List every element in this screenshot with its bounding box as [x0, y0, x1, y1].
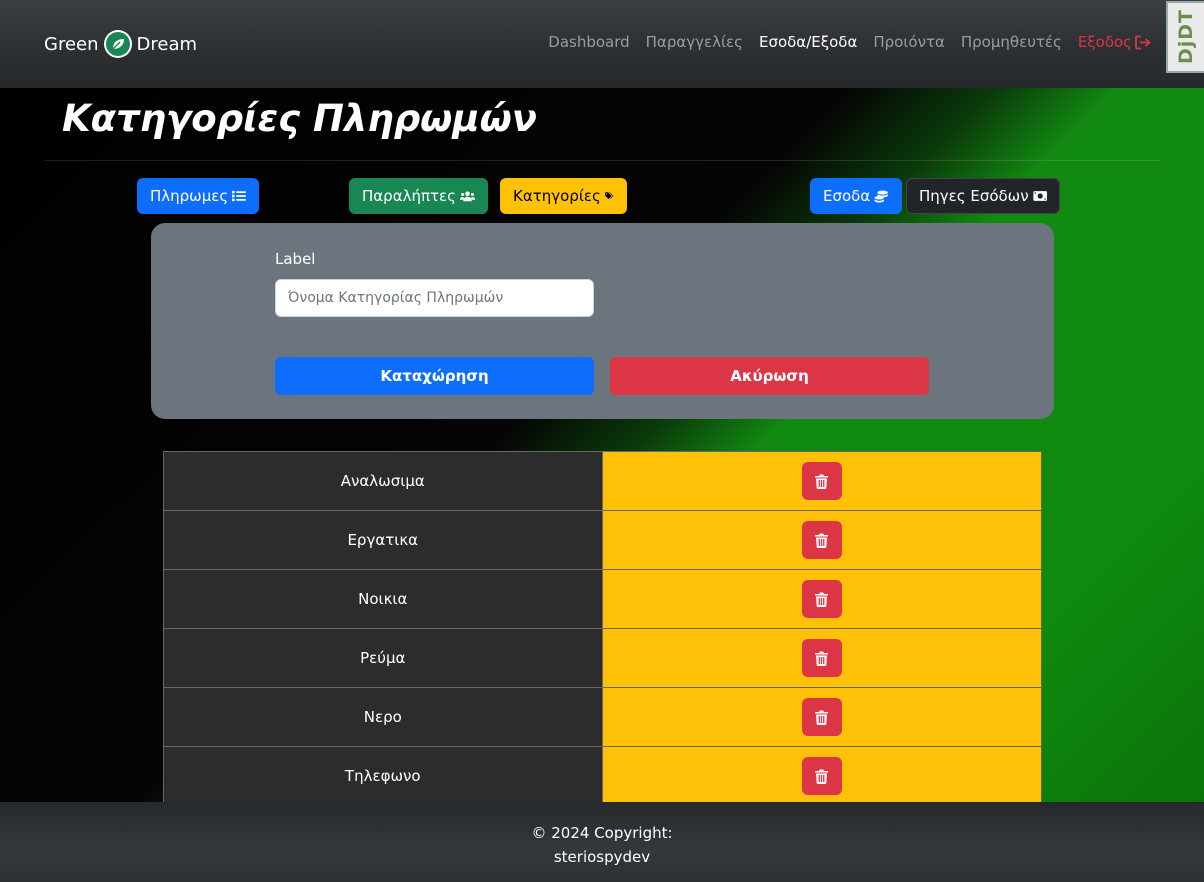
category-name-cell: Εργατικα	[163, 510, 603, 570]
nav-links: Dashboard Παραγγελίες Εσοδα/Εξοδα Προιόν…	[532, 33, 1152, 51]
trash-icon	[815, 710, 829, 725]
payees-button[interactable]: Παραλήπτες	[349, 178, 488, 214]
cancel-button[interactable]: Ακύρωση	[610, 357, 929, 395]
users-icon	[459, 191, 475, 202]
submit-button[interactable]: Καταχώρηση	[275, 357, 594, 395]
categories-button[interactable]: Κατηγορίες	[500, 178, 627, 214]
category-name-input[interactable]	[275, 279, 594, 317]
category-name-cell: Αναλωσιμα	[163, 451, 603, 511]
category-actions-cell	[601, 569, 1043, 629]
label-field-label: Label	[275, 250, 316, 268]
table-row: Νοικια	[163, 569, 1043, 629]
delete-button[interactable]	[801, 580, 842, 618]
category-actions-cell	[601, 628, 1043, 688]
navbar: Green Dream Dashboard Παραγγελίες Εσοδα/…	[0, 0, 1204, 88]
delete-button[interactable]	[801, 639, 842, 677]
brand-text-green: Green	[44, 33, 99, 55]
sign-out-icon	[1135, 35, 1151, 49]
category-name-cell: Νερο	[163, 687, 603, 747]
category-form-card: Label Καταχώρηση Ακύρωση	[151, 223, 1054, 419]
delete-button[interactable]	[801, 757, 842, 795]
trash-icon	[815, 533, 829, 548]
income-label: Εσοδα	[823, 187, 871, 205]
divider	[44, 160, 1160, 161]
payments-label: Πληρωμες	[150, 187, 229, 205]
coins-icon	[874, 190, 889, 203]
copyright-author-link[interactable]: steriospydev	[0, 845, 1204, 869]
categories-label: Κατηγορίες	[513, 187, 601, 205]
category-name-cell: Ρεύμα	[163, 628, 603, 688]
debug-toolbar-label: DjDT	[1175, 9, 1197, 65]
trash-icon	[815, 592, 829, 607]
category-actions-cell	[601, 451, 1043, 511]
nav-item-dashboard[interactable]: Dashboard	[548, 33, 629, 51]
trash-icon	[815, 769, 829, 784]
table-row: Τηλεφωνο	[163, 746, 1043, 806]
nav-item-products[interactable]: Προιόντα	[873, 33, 945, 51]
nav-item-income-expenses[interactable]: Εσοδα/Εξοδα	[759, 33, 857, 51]
debug-toolbar-handle[interactable]: DjDT	[1166, 1, 1204, 73]
logout-label: Εξοδος	[1077, 33, 1132, 51]
page-title: Κατηγορίες Πληρωμών	[62, 97, 537, 140]
brand-logo[interactable]: Green Dream	[44, 28, 197, 60]
delete-button[interactable]	[801, 462, 842, 500]
nav-item-logout[interactable]: Εξοδος	[1078, 33, 1152, 51]
category-actions-cell	[601, 746, 1043, 806]
income-sources-button[interactable]: Πηγες Εσόδων	[906, 178, 1060, 214]
table-row: Αναλωσιμα	[163, 451, 1043, 511]
table-row: Ρεύμα	[163, 628, 1043, 688]
category-actions-cell	[601, 510, 1043, 570]
delete-button[interactable]	[801, 521, 842, 559]
payments-button[interactable]: Πληρωμες	[137, 178, 259, 214]
categories-table: Αναλωσιμα Εργατικα Νοικια Ρεύμα Νερο Τηλ…	[163, 451, 1043, 806]
delete-button[interactable]	[801, 698, 842, 736]
category-actions-cell	[601, 687, 1043, 747]
table-row: Εργατικα	[163, 510, 1043, 570]
payees-label: Παραλήπτες	[362, 187, 456, 205]
copyright-text: © 2024 Copyright:	[531, 824, 673, 842]
category-name-cell: Νοικια	[163, 569, 603, 629]
table-row: Νερο	[163, 687, 1043, 747]
tags-icon	[604, 192, 614, 200]
money-bill-icon	[1033, 191, 1047, 201]
trash-icon	[815, 474, 829, 489]
trash-icon	[815, 651, 829, 666]
nav-item-orders[interactable]: Παραγγελίες	[646, 33, 743, 51]
footer: © 2024 Copyright: steriospydev	[0, 802, 1204, 882]
category-name-cell: Τηλεφωνο	[163, 746, 603, 806]
income-button[interactable]: Εσοδα	[810, 178, 902, 214]
income-sources-label: Πηγες Εσόδων	[919, 187, 1029, 205]
list-icon	[232, 190, 246, 202]
brand-text-dream: Dream	[136, 33, 198, 55]
leaf-icon	[103, 30, 132, 58]
nav-item-suppliers[interactable]: Προμηθευτές	[961, 33, 1062, 51]
